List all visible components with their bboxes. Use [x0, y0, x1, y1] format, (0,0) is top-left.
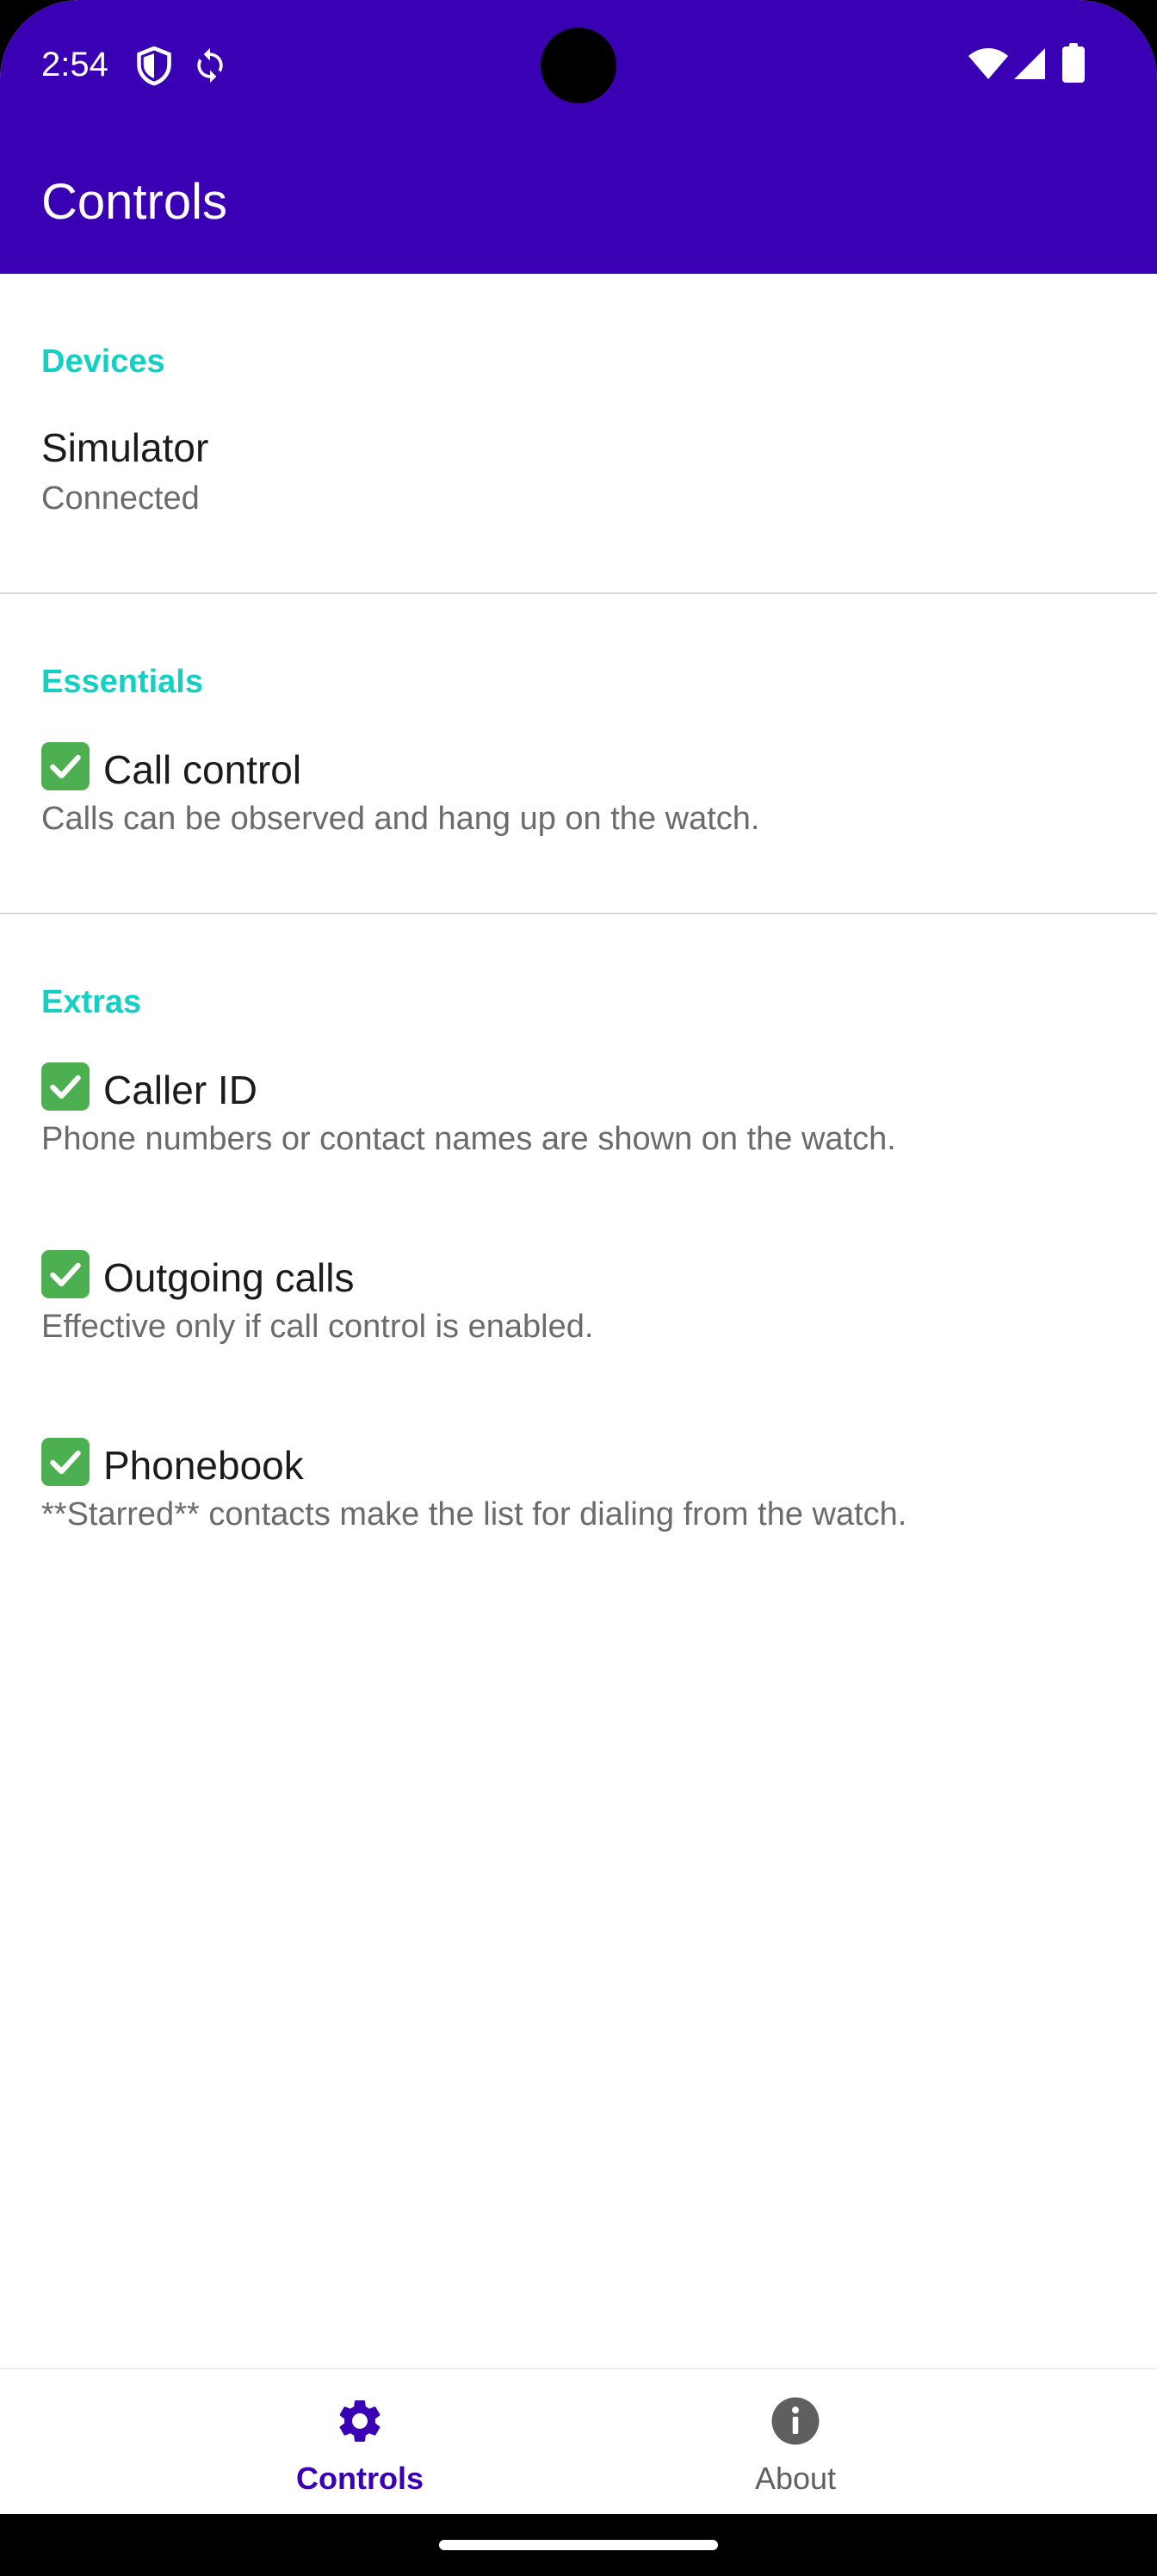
info-icon	[771, 2397, 820, 2445]
pref-summary: Calls can be observed and hang up on the…	[41, 801, 760, 837]
pref-title-text: Phonebook	[103, 1443, 304, 1488]
section-header: Devices	[41, 344, 165, 380]
bottom-navigation: Controls About	[0, 2368, 1157, 2514]
pref-title-text: Simulator	[41, 425, 209, 470]
section-header: Essentials	[41, 664, 203, 700]
battery-icon	[1062, 43, 1085, 83]
pref-item-call-control[interactable]: Call control Calls can be observed and h…	[0, 713, 1157, 913]
pref-title: Phonebook	[41, 1438, 304, 1491]
page-title: Controls	[41, 174, 227, 230]
pref-item-phonebook[interactable]: Phonebook **Starred** contacts make the …	[0, 1409, 1157, 1596]
section-essentials: Essentials Call control Calls can be obs…	[0, 594, 1157, 914]
pref-summary: Effective only if call control is enable…	[41, 1309, 594, 1345]
nav-item-about[interactable]: About	[506, 2369, 1085, 2514]
preference-list: Devices Simulator Connected Essentials C…	[0, 274, 1157, 1596]
front-camera	[541, 28, 616, 103]
pref-item-simulator[interactable]: Simulator Connected	[0, 393, 1157, 592]
pref-summary: Phone numbers or contact names are shown…	[41, 1121, 896, 1157]
pref-title-text: Caller ID	[103, 1068, 257, 1112]
app-header: 2:54 Controls	[0, 0, 1157, 274]
pref-title: Outgoing calls	[41, 1250, 355, 1303]
pref-item-outgoing-calls[interactable]: Outgoing calls Effective only if call co…	[0, 1221, 1157, 1409]
status-bar: 2:54	[0, 0, 1157, 129]
shield-icon	[137, 46, 171, 86]
pref-summary: Connected	[41, 480, 200, 517]
pref-title: Caller ID	[41, 1062, 257, 1116]
pref-title: Call control	[41, 742, 301, 796]
screen: 2:54 Controls Devices Simulator Connecte…	[0, 0, 1157, 2576]
signal-icon	[1014, 48, 1045, 79]
checkmark-icon	[41, 1438, 90, 1486]
section-extras: Extras Caller ID Phone numbers or contac…	[0, 914, 1157, 1596]
checkmark-icon	[41, 1250, 90, 1298]
sync-icon	[197, 47, 223, 84]
nav-label: About	[754, 2461, 837, 2496]
section-header: Extras	[41, 984, 142, 1020]
wifi-icon	[968, 48, 1008, 79]
section-devices: Devices Simulator Connected	[0, 274, 1157, 594]
home-indicator[interactable]	[439, 2540, 718, 2550]
pref-item-caller-id[interactable]: Caller ID Phone numbers or contact names…	[0, 1033, 1157, 1221]
pref-title-text: Outgoing calls	[103, 1255, 355, 1300]
pref-title-text: Call control	[103, 747, 302, 792]
checkmark-icon	[41, 742, 90, 790]
checkmark-icon	[41, 1062, 90, 1111]
pref-summary: **Starred** contacts make the list for d…	[41, 1496, 907, 1533]
gear-icon	[339, 2400, 381, 2442]
pref-title: Simulator	[41, 422, 208, 474]
app-window: 2:54 Controls Devices Simulator Connecte…	[0, 0, 1157, 2514]
status-time: 2:54	[41, 46, 108, 84]
